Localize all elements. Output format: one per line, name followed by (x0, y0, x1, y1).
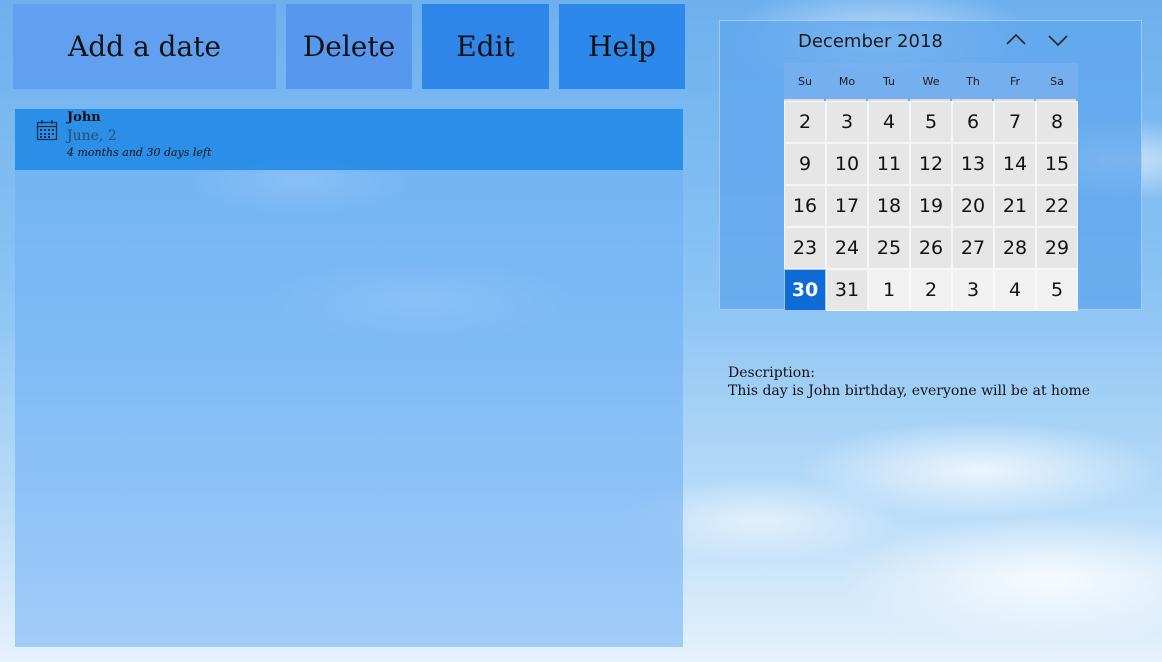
calendar-day[interactable]: 22 (1036, 185, 1078, 227)
calendar-day[interactable]: 17 (826, 185, 868, 227)
item-remaining: 4 months and 30 days left (67, 146, 212, 159)
calendar-day[interactable]: 20 (952, 185, 994, 227)
calendar-day[interactable]: 31 (826, 269, 868, 311)
calendar-day[interactable]: 4 (868, 101, 910, 143)
weekday-label: Mo (838, 74, 856, 88)
calendar-day[interactable]: 13 (952, 143, 994, 185)
calendar-day[interactable]: 16 (784, 185, 826, 227)
weekday-label: Su (798, 74, 812, 88)
calendar-day[interactable]: 28 (994, 227, 1036, 269)
item-date: June, 2 (67, 128, 117, 144)
chevron-up-icon[interactable] (1003, 29, 1029, 51)
calendar-day[interactable]: 2 (910, 269, 952, 311)
chevron-down-icon[interactable] (1045, 29, 1071, 51)
calendar-day[interactable]: 25 (868, 227, 910, 269)
calendar-day[interactable]: 5 (1036, 269, 1078, 311)
calendar-day[interactable]: 12 (910, 143, 952, 185)
calendar-day[interactable]: 3 (826, 101, 868, 143)
calendar-day[interactable]: 29 (1036, 227, 1078, 269)
calendar-day[interactable]: 3 (952, 269, 994, 311)
calendar-day-today[interactable]: 30 (784, 269, 826, 311)
add-date-button[interactable]: Add a date (13, 4, 276, 89)
calendar-day[interactable]: 9 (784, 143, 826, 185)
dates-list[interactable]: John June, 2 4 months and 30 days left (15, 109, 683, 647)
calendar-month-title[interactable]: December 2018 (798, 31, 943, 52)
weekday-header: Su Mo Tu We Th Fr Sa (784, 63, 1078, 99)
help-button[interactable]: Help (559, 4, 685, 89)
weekday-label: Fr (1009, 74, 1021, 88)
calendar-day[interactable]: 15 (1036, 143, 1078, 185)
calendar-day[interactable]: 8 (1036, 101, 1078, 143)
calendar-day[interactable]: 26 (910, 227, 952, 269)
calendar-day[interactable]: 10 (826, 143, 868, 185)
weekday-label: Sa (1050, 74, 1064, 88)
description-text: This day is John birthday, everyone will… (728, 383, 1091, 399)
delete-button[interactable]: Delete (286, 4, 412, 89)
calendar-day[interactable]: 2 (784, 101, 826, 143)
description-label: Description: (728, 365, 815, 381)
item-name: John (67, 110, 101, 125)
calendar-view[interactable]: December 2018 Su Mo Tu We Th Fr Sa 23456… (719, 20, 1142, 311)
calendar-day[interactable]: 24 (826, 227, 868, 269)
weekday-label: Tu (882, 74, 896, 88)
list-item[interactable]: John June, 2 4 months and 30 days left (15, 109, 683, 170)
calendar-day[interactable]: 14 (994, 143, 1036, 185)
calendar-day[interactable]: 1 (868, 269, 910, 311)
calendar-day[interactable]: 21 (994, 185, 1036, 227)
calendar-day[interactable]: 7 (994, 101, 1036, 143)
description-panel: Description: This day is John birthday, … (728, 364, 1090, 400)
calendar-day[interactable]: 6 (952, 101, 994, 143)
calendar-day-grid: 2 3 4 5 6 7 8 9 10 11 12 13 14 15 16 17 18 19 20 21 22 23 24 25… (784, 101, 1078, 311)
edit-button[interactable]: Edit (422, 4, 549, 89)
calendar-day[interactable]: 11 (868, 143, 910, 185)
calendar-day[interactable]: 5 (910, 101, 952, 143)
weekday-label: We (922, 74, 940, 88)
weekday-label: Th (966, 74, 980, 88)
calendar-day[interactable]: 27 (952, 227, 994, 269)
calendar-icon (36, 120, 58, 141)
calendar-day[interactable]: 4 (994, 269, 1036, 311)
calendar-day[interactable]: 19 (910, 185, 952, 227)
calendar-day[interactable]: 23 (784, 227, 826, 269)
calendar-day[interactable]: 18 (868, 185, 910, 227)
